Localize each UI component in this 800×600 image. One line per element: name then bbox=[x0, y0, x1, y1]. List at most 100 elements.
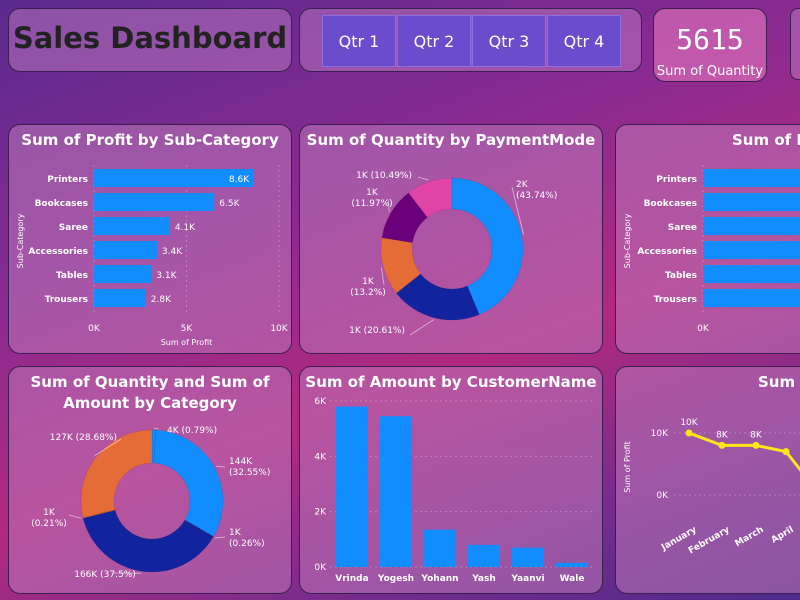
y-category-label: Saree bbox=[59, 223, 88, 233]
x-category-label: April bbox=[770, 525, 796, 546]
x-category-label: Yogesh bbox=[377, 574, 414, 584]
quantity-by-paymentmode-chart: 2K (43.74%) 1K (20.61%) 1K (13.2%) 1K (11.97%)… bbox=[349, 171, 557, 336]
bar bbox=[512, 547, 544, 567]
data-label: 10K bbox=[680, 418, 698, 428]
y-axis-title: Sum of Profit bbox=[623, 441, 632, 493]
slice-label: 166K (37.5%) bbox=[74, 570, 136, 580]
slice-label: 1K (11.97%) bbox=[351, 188, 392, 209]
leader-line bbox=[417, 176, 429, 181]
quarter-slicer: Qtr 1 Qtr 2 Qtr 3 Qtr 4 bbox=[299, 8, 642, 72]
y-category-label: Tables bbox=[665, 271, 697, 281]
series-line bbox=[688, 431, 800, 472]
quarter-button-1[interactable]: Qtr 1 bbox=[322, 15, 396, 67]
y-category-label: Trousers bbox=[654, 295, 697, 305]
dashboard-title: Sales Dashboard bbox=[12, 21, 288, 55]
bar bbox=[703, 169, 800, 187]
leader-line bbox=[216, 465, 226, 468]
y-category-label: Printers bbox=[656, 175, 697, 185]
bar bbox=[380, 416, 412, 567]
y-tick-label: 0K bbox=[314, 563, 327, 573]
x-category-label: Yohann bbox=[420, 574, 458, 584]
y-category-label: Tables bbox=[56, 271, 88, 281]
leader-line bbox=[380, 267, 385, 286]
data-label: 6.5K bbox=[219, 199, 240, 209]
amount-by-customername-chart: 0K 2K 4K 6K Vrinda Yogesh Yohann Yash Yaanvi Wale bbox=[314, 397, 594, 584]
slice-label: 2K (43.74%) bbox=[516, 180, 557, 201]
kpi-label: Sum of Quantity bbox=[656, 64, 764, 79]
x-tick-label: 10K bbox=[270, 324, 288, 334]
data-label: 8.6K bbox=[229, 175, 250, 185]
offscreen-panel-edge bbox=[790, 8, 800, 80]
y-axis-title: Sub-Category bbox=[16, 213, 25, 268]
amount-by-customername-panel: Sum of Amount by CustomerName 0K 2K 4K 6K Vr… bbox=[299, 366, 603, 594]
bar bbox=[703, 289, 800, 307]
slice-label: 1K (10.49%) bbox=[356, 171, 412, 181]
slice-label: 1K (0.21%) bbox=[31, 508, 67, 529]
leader-line bbox=[409, 319, 434, 336]
bar bbox=[703, 241, 800, 259]
quarter-button-4[interactable]: Qtr 4 bbox=[547, 15, 621, 67]
x-category-label: Wale bbox=[560, 574, 585, 584]
bar bbox=[468, 544, 500, 567]
bar bbox=[556, 562, 588, 567]
bar bbox=[94, 265, 152, 283]
bar bbox=[703, 265, 800, 283]
data-label: 3.1K bbox=[156, 271, 177, 281]
profit-partial-chart: 0K Printers Bookcases Saree Accessories Table… bbox=[623, 165, 800, 334]
bar bbox=[703, 193, 800, 211]
y-category-label: Trousers bbox=[45, 295, 88, 305]
x-tick-label: 5K bbox=[181, 324, 194, 334]
slice-label: 1K (20.61%) bbox=[349, 326, 405, 336]
profit-by-month-panel: Sum c 0K10K10KJanuary8KFebruary8KMarchAp… bbox=[615, 366, 800, 594]
y-tick-label: 2K bbox=[314, 508, 327, 518]
bar bbox=[94, 217, 170, 235]
y-axis-title: Sub-Category bbox=[623, 213, 632, 268]
x-category-label: Yaanvi bbox=[510, 574, 544, 584]
y-category-label: Accessories bbox=[637, 247, 697, 257]
line-point bbox=[718, 441, 726, 449]
profit-by-subcategory-chart: 0K 5K 10K Printers 8.6K Bookcases 6.5K Saree 4.1… bbox=[16, 165, 289, 347]
profit-by-month-chart: 0K10K10KJanuary8KFebruary8KMarch AprilSum… bbox=[623, 418, 800, 556]
kpi-card: 5615 Sum of Quantity bbox=[653, 8, 767, 82]
leader-line bbox=[153, 427, 160, 430]
y-category-label: Bookcases bbox=[644, 199, 697, 209]
profit-partial-panel: Sum of Pr 0KPrintersBookcasesSareeAccess… bbox=[615, 124, 800, 354]
x-tick-label: 0K bbox=[88, 324, 101, 334]
quarter-button-3[interactable]: Qtr 3 bbox=[472, 15, 546, 67]
y-tick-label: 10K bbox=[651, 429, 669, 439]
bar bbox=[336, 406, 368, 567]
x-tick-label: 0K bbox=[697, 324, 710, 334]
line-point bbox=[752, 441, 760, 449]
slice-label: 127K (28.68%) bbox=[50, 433, 117, 443]
kpi-value: 5615 bbox=[676, 23, 744, 56]
x-category-label: Vrinda bbox=[335, 574, 368, 584]
bar bbox=[94, 289, 146, 307]
bar bbox=[703, 217, 800, 235]
leader-line bbox=[214, 536, 226, 539]
y-category-label: Printers bbox=[47, 175, 88, 185]
slice-label: 144K (32.55%) bbox=[229, 457, 270, 478]
title-panel: Sales Dashboard bbox=[8, 8, 292, 72]
donut-slice bbox=[80, 429, 153, 518]
y-category-label: Bookcases bbox=[35, 199, 88, 209]
y-category-label: Saree bbox=[668, 223, 697, 233]
x-category-label: Yash bbox=[471, 574, 496, 584]
slice-label: 1K (0.26%) bbox=[229, 528, 265, 549]
x-category-label: March bbox=[733, 525, 765, 549]
bar bbox=[94, 193, 215, 211]
y-tick-label: 4K bbox=[314, 452, 327, 462]
leader-line bbox=[68, 514, 82, 519]
data-label: 4.1K bbox=[175, 223, 196, 233]
y-tick-label: 6K bbox=[314, 397, 327, 407]
y-category-label: Accessories bbox=[28, 247, 88, 257]
data-label: 8K bbox=[750, 430, 763, 440]
donut-slice bbox=[153, 429, 224, 537]
quarter-button-2[interactable]: Qtr 2 bbox=[397, 15, 471, 67]
bar bbox=[424, 529, 456, 567]
data-label: 3.4K bbox=[162, 247, 183, 257]
y-tick-label: 0K bbox=[656, 491, 669, 501]
line-point bbox=[782, 448, 790, 456]
profit-by-subcategory-panel: Sum of Profit by Sub-Category 0K 5K 10K Pri… bbox=[8, 124, 292, 354]
quantity-amount-by-category-panel: Sum of Quantity and Sum of Amount by Cat… bbox=[8, 366, 292, 594]
data-label: 8K bbox=[716, 430, 729, 440]
